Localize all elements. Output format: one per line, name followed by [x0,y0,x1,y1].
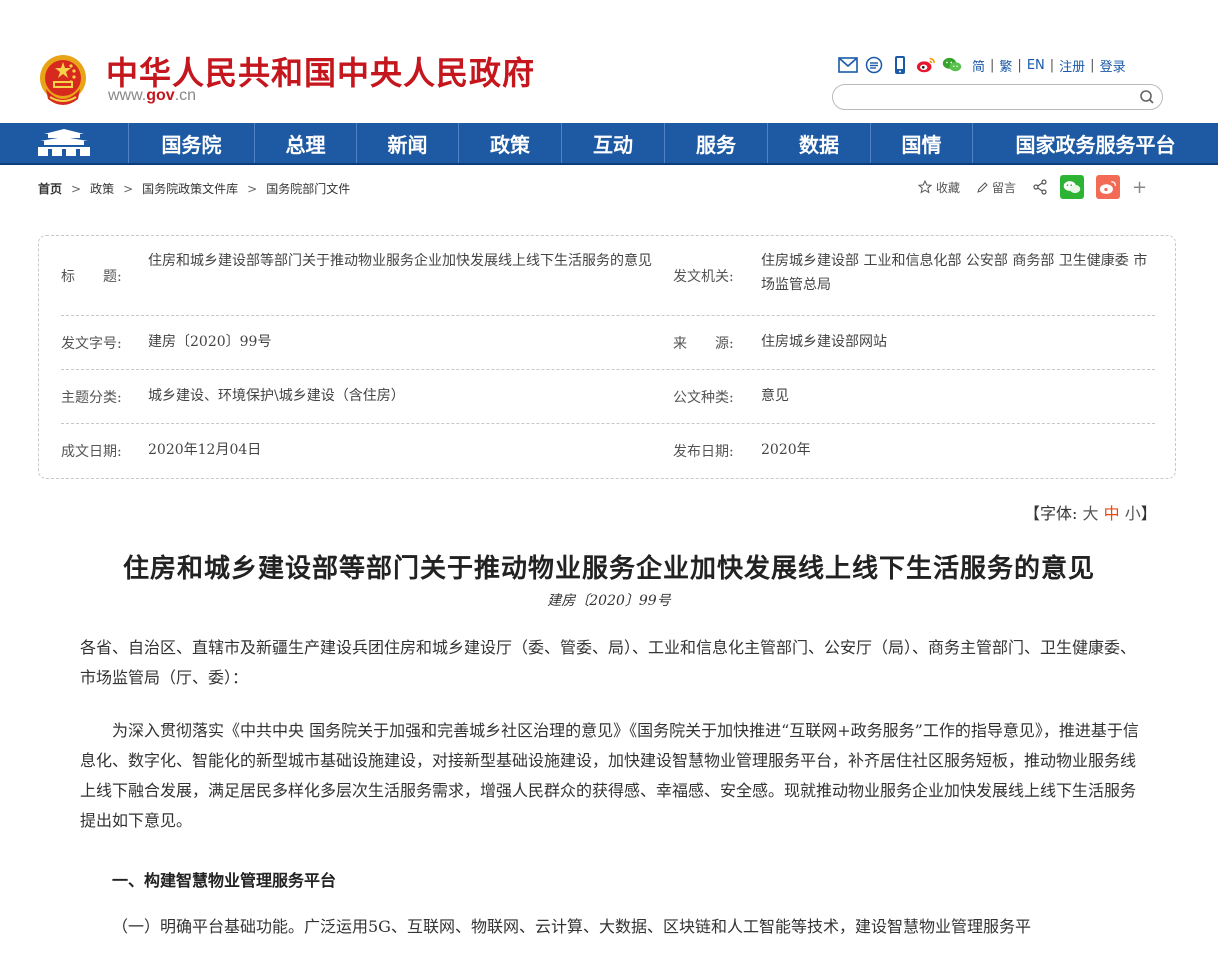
more-share-button[interactable]: + [1132,177,1147,198]
breadcrumb-bar: 首页 > 政策 > 国务院政策文件库 > 国务院部门文件 收藏 留言 + [0,165,1218,211]
issuer-value: 住房城乡建设部 工业和信息化部 公安部 商务部 卫生健康委 市场监管总局 [761,253,1148,293]
rss-icon[interactable] [864,55,884,75]
docno-label: 发文字号: [61,336,122,352]
site-header: 中华人民共和国中央人民政府 www.gov.cn 简 | 繁 | EN | 注册 | 登… [0,0,1218,123]
tiananmen-icon [38,129,90,156]
article-doc-number: 建房〔2020〕99号 [547,593,671,609]
wechat-share-button[interactable] [1060,175,1085,199]
breadcrumb-library-link[interactable]: 国务院政策文件库 [142,180,238,197]
source-label: 来 源: [673,336,734,352]
lang-traditional-link[interactable]: 繁 [999,56,1012,75]
docno-value: 建房〔2020〕99号 [148,334,272,350]
nav-item-news[interactable]: 新闻 [356,123,458,163]
weibo-share-button[interactable] [1096,175,1121,199]
search-input[interactable] [845,88,1135,106]
title-label: 标 题: [61,269,122,285]
date-label: 成文日期: [61,444,122,460]
comment-label: 留言 [992,180,1017,195]
wechat-icon[interactable] [942,55,962,75]
register-link[interactable]: 注册 [1059,56,1085,75]
search-icon[interactable] [1138,88,1156,106]
type-label: 公文种类: [673,390,734,406]
type-value: 意见 [761,388,789,404]
breadcrumb-dept-docs-link[interactable]: 国务院部门文件 [266,180,350,197]
url-suffix: .cn [174,87,197,104]
favorite-button[interactable]: 收藏 [918,179,960,196]
star-icon [918,180,932,194]
favorite-label: 收藏 [936,180,961,195]
source-value: 住房城乡建设部网站 [761,334,887,350]
national-emblem-icon[interactable] [38,53,88,109]
title-value: 住房和城乡建设部等部门关于推动物业服务企业加快发展线上线下生活服务的意见 [148,253,652,269]
font-size-large-button[interactable]: 大 [1083,504,1099,523]
article-actions: 收藏 留言 + [918,175,1147,199]
topic-label: 主题分类: [61,390,122,406]
main-nav: 国务院 总理 新闻 政策 互动 服务 数据 国情 国家政务服务平台 [0,123,1218,165]
breadcrumb-policy-link[interactable]: 政策 [90,180,114,197]
info-row-topic: 主题分类: 城乡建设、环境保护\城乡建设（含住房） 公文种类: 意见 [61,370,1155,424]
url-domain: gov [146,87,175,104]
info-row-title: 标 题: 住房和城乡建设部等部门关于推动物业服务企业加快发展线上线下生活服务的意… [61,236,1155,316]
pubdate-label: 发布日期: [673,444,734,460]
chevron-right-icon: > [71,181,82,196]
chevron-right-icon: > [123,181,134,196]
nav-item-premier[interactable]: 总理 [254,123,356,163]
site-url[interactable]: www.gov.cn [108,87,196,105]
font-size-small-button[interactable]: 小 [1125,504,1141,523]
pubdate-value: 2020年 [761,442,811,458]
info-row-docno: 发文字号: 建房〔2020〕99号 来 源: 住房城乡建设部网站 [61,316,1155,370]
article-paragraph: （一）明确平台基础功能。广泛运用5G、互联网、物联网、云计算、大数据、区块链和人… [112,917,1031,936]
date-value: 2020年12月04日 [148,442,262,458]
pencil-icon [977,181,988,193]
url-prefix: www. [108,87,147,104]
wechat-icon [1063,180,1081,193]
nav-item-national-info[interactable]: 国情 [870,123,972,163]
nav-item-policy[interactable]: 政策 [458,123,561,163]
nav-item-interaction[interactable]: 互动 [561,123,664,163]
info-row-date: 成文日期: 2020年12月04日 发布日期: 2020年 [61,424,1155,478]
nav-item-state-council[interactable]: 国务院 [128,123,254,163]
section-heading: 一、构建智慧物业管理服务平台 [112,871,337,890]
nav-item-data[interactable]: 数据 [767,123,870,163]
lang-english-link[interactable]: EN [1027,58,1045,73]
language-links: 简 | 繁 | EN | 注册 | 登录 [972,56,1126,75]
nav-item-services[interactable]: 服务 [664,123,767,163]
comment-button[interactable]: 留言 [976,179,1016,196]
font-size-control: 【字体: 大 中 小】 [1024,500,1157,524]
lang-simplified-link[interactable]: 简 [972,56,985,75]
font-size-close: 】 [1140,504,1157,523]
article-title: 住房和城乡建设部等部门关于推动物业服务企业加快发展线上线下生活服务的意见 [122,554,1095,584]
document-info-table: 标 题: 住房和城乡建设部等部门关于推动物业服务企业加快发展线上线下生活服务的意… [38,235,1176,479]
breadcrumb: 首页 > 政策 > 国务院政策文件库 > 国务院部门文件 [38,180,350,197]
login-link[interactable]: 登录 [1100,56,1126,75]
header-tools: 简 | 繁 | EN | 注册 | 登录 [838,54,1126,76]
article-intro-paragraph: 为深入贯彻落实《中共中央 国务院关于加强和完善城乡社区治理的意见》《国务院关于加… [80,721,1139,830]
breadcrumb-home-link[interactable]: 首页 [38,180,62,197]
weibo-icon[interactable] [916,55,936,75]
mobile-icon[interactable] [890,55,910,75]
font-size-medium-button[interactable]: 中 [1104,504,1120,523]
search-box [832,84,1163,110]
chevron-right-icon: > [247,181,258,196]
font-size-open: 【字体: [1024,504,1078,523]
article-salutation: 各省、自治区、直辖市及新疆生产建设兵团住房和城乡建设厅（委、管委、局）、工业和信… [80,638,1137,687]
nav-item-service-platform[interactable]: 国家政务服务平台 [972,123,1218,163]
topic-value: 城乡建设、环境保护\城乡建设（含住房） [148,388,405,404]
share-icon[interactable] [1032,179,1052,195]
mail-icon[interactable] [838,55,858,75]
issuer-label: 发文机关: [673,269,734,285]
weibo-icon [1099,180,1117,194]
nav-home-button[interactable] [0,123,128,163]
